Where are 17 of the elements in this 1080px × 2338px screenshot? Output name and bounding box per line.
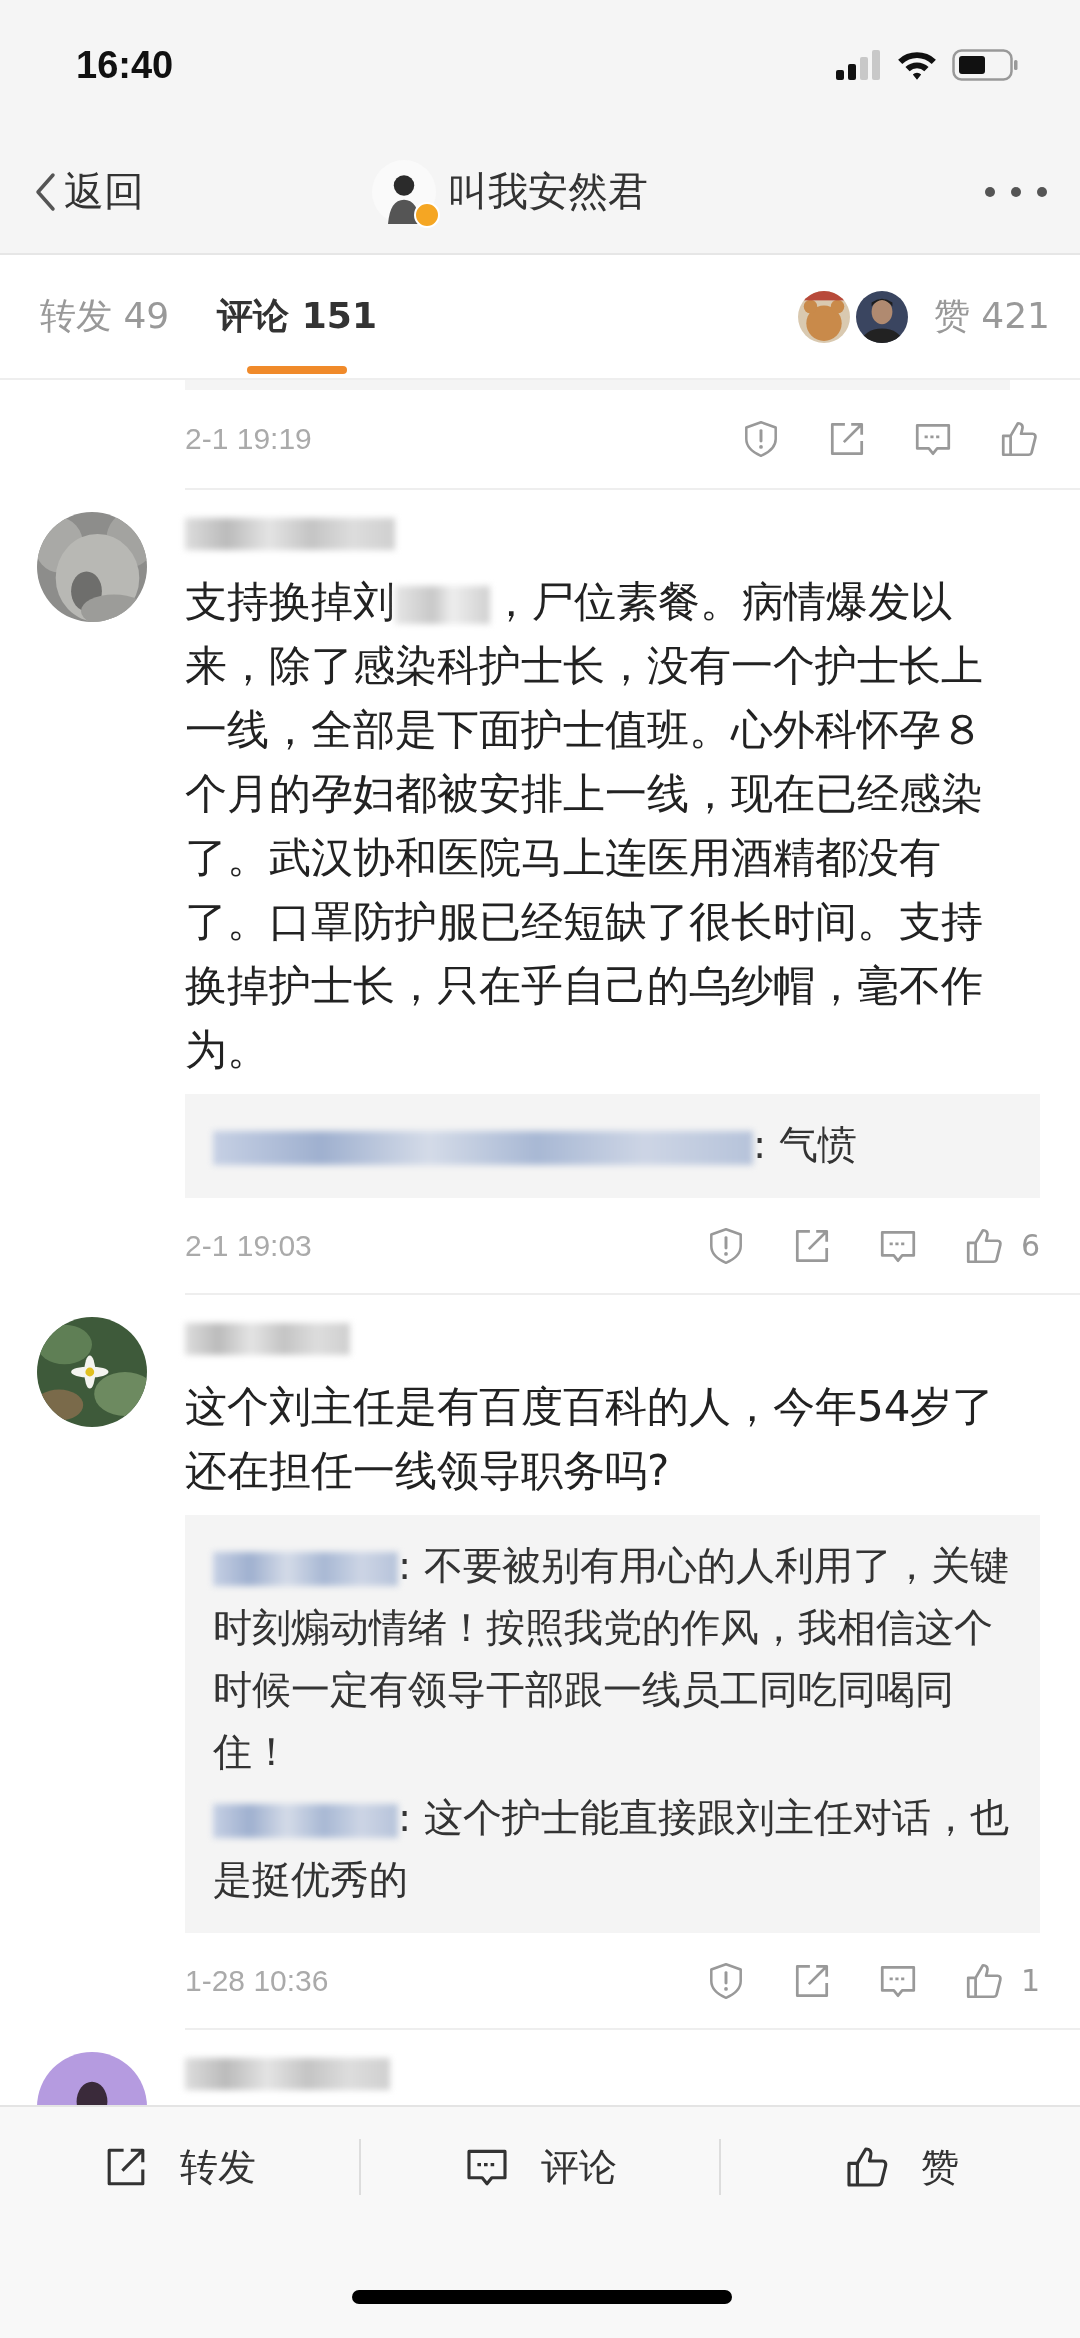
like-count: 6 bbox=[1020, 1228, 1040, 1263]
reply-text: : 这个护士能直接跟刘主任对话，也是挺优秀的 bbox=[213, 1794, 1010, 1904]
comment-time: 2-1 19:19 bbox=[185, 422, 312, 456]
comment-text: 支持换掉刘 ，尸位素餐。病情爆发以来，除了感染科护士长，没有一个护士长上一线，全部是下面护士值班。心外科怀孕８个月的孕妇都被安排上一线，现在已经感染了。武汉协和医院马上连医用酒精都没有了。口罩防护服已经短缺了很长时间。支持换掉护士长，只在乎自己的乌纱帽，毫不作为。 bbox=[185, 576, 984, 1076]
account-name: 叫我安然君 bbox=[448, 167, 648, 216]
back-button[interactable]: 返回 bbox=[34, 164, 144, 219]
tab[interactable]: 评论 151 bbox=[217, 255, 377, 378]
reply-text: : 气愤 bbox=[213, 1114, 1012, 1176]
status-time: 16:40 bbox=[76, 43, 174, 87]
comment-button[interactable]: 评论 bbox=[360, 2107, 720, 2227]
repost-button[interactable]: 转发 bbox=[0, 2107, 359, 2227]
comment-time: 2-1 19:03 bbox=[185, 1228, 312, 1263]
like-count: 1 bbox=[1020, 1963, 1040, 1998]
comment-text: 这个刘主任是有百度百科的人，今年54岁了还在担任一线领导职务吗? bbox=[185, 1381, 996, 1497]
reply-text: : 不要被别有用心的人利用了，关键时刻煽动情绪！按照我党的作风，我相信这个时候一定有领导干部跟一线员工同吃同喝同住！ bbox=[213, 1542, 1010, 1776]
comment-time: 1-28 10:36 bbox=[185, 1963, 329, 1998]
like-button[interactable]: 赞 bbox=[721, 2107, 1080, 2227]
